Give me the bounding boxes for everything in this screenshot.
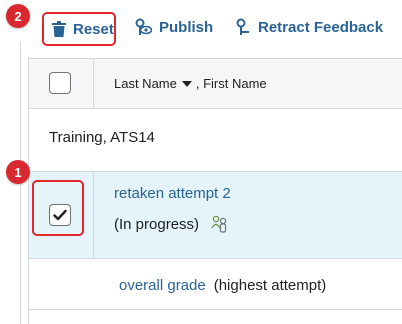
attempt-link[interactable]: retaken attempt 2 — [114, 185, 231, 202]
users-icon — [211, 215, 227, 233]
column-separator — [93, 172, 94, 258]
attempt-status: (In progress) — [114, 215, 229, 233]
attempt-row: retaken attempt 2 (In progress) overall … — [29, 172, 402, 310]
reset-button[interactable]: Reset — [42, 12, 116, 46]
table-header-row: Last Name , First Name — [29, 59, 402, 109]
column-separator — [93, 59, 94, 109]
step-badge-2: 2 — [6, 4, 30, 28]
reset-label: Reset — [73, 20, 114, 38]
overall-grade-link[interactable]: overall grade — [119, 277, 206, 294]
trash-icon — [52, 21, 66, 37]
publish-label: Publish — [159, 18, 214, 36]
name-column-header[interactable]: Last Name , First Name — [114, 76, 267, 91]
row-divider — [29, 258, 402, 259]
attempt-status-text: (In progress) — [114, 215, 200, 233]
step-badge-1: 1 — [6, 160, 30, 184]
retract-feedback-button[interactable]: Retract Feedback — [235, 14, 383, 40]
user-row: Training, ATS14 — [29, 109, 402, 172]
first-name-sort-link[interactable]: , First Name — [196, 76, 267, 91]
highlight-attempt-checkbox — [32, 180, 84, 236]
select-all-checkbox[interactable] — [49, 72, 71, 94]
publish-button[interactable]: Publish — [134, 14, 213, 40]
sort-down-icon — [181, 80, 192, 87]
last-name-sort-link[interactable]: Last Name — [114, 76, 177, 91]
retract-feedback-label: Retract Feedback — [258, 18, 384, 36]
grades-table: Last Name , First Name Training, ATS14 r… — [28, 58, 402, 324]
overall-grade-note: (highest attempt) — [213, 277, 327, 294]
user-name: Training, ATS14 — [49, 129, 155, 146]
overall-grade-line: overall grade (highest attempt) — [119, 277, 326, 294]
eye-icon — [135, 18, 152, 35]
retract-pin-icon — [236, 18, 249, 35]
